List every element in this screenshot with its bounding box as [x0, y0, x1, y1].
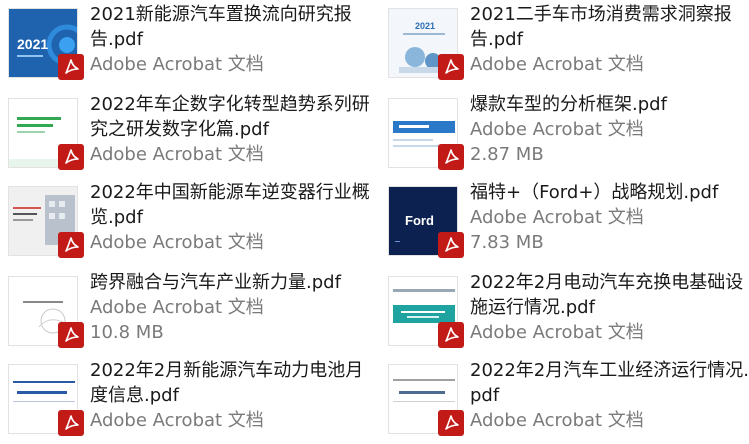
file-name[interactable]: 2022年2月电动汽车充换电基础设施运行情况.pdf — [470, 270, 749, 320]
file-name[interactable]: 2022年中国新能源车逆变器行业概览.pdf — [90, 180, 375, 230]
file-type: Adobe Acrobat 文档 — [470, 322, 644, 343]
file-item[interactable]: Ford 福特+（Ford+）战略规划.pdf Adobe Acrobat 文档… — [388, 180, 749, 266]
file-type: Adobe Acrobat 文档 — [90, 297, 264, 318]
file-type: Adobe Acrobat 文档 — [470, 54, 644, 75]
file-item[interactable]: 2022年中国新能源车逆变器行业概览.pdf Adobe Acrobat 文档 — [8, 180, 378, 266]
file-item[interactable]: 2021 2021新能源汽车置换流向研究报告.pdf Adobe Acrobat… — [8, 2, 378, 88]
file-name[interactable]: 爆款车型的分析框架.pdf — [470, 92, 749, 117]
file-name[interactable]: 跨界融合与汽车产业新力量.pdf — [90, 270, 375, 295]
file-item[interactable]: 2022年2月新能源汽车动力电池月度信息.pdf Adobe Acrobat 文… — [8, 358, 378, 444]
pdf-icon — [58, 410, 84, 436]
file-name[interactable]: 福特+（Ford+）战略规划.pdf — [470, 180, 749, 205]
file-type: Adobe Acrobat 文档 — [90, 54, 264, 75]
file-name[interactable]: 2021新能源汽车置换流向研究报告.pdf — [90, 2, 375, 52]
file-name[interactable]: 2022年2月汽车工业经济运行情况.pdf — [470, 358, 749, 408]
file-type: Adobe Acrobat 文档 — [470, 207, 644, 228]
pdf-icon — [58, 54, 84, 80]
pdf-icon — [438, 410, 464, 436]
file-type: Adobe Acrobat 文档 — [90, 144, 264, 165]
pdf-icon — [438, 322, 464, 348]
file-name[interactable]: 2021二手车市场消费需求洞察报告.pdf — [470, 2, 749, 52]
file-item[interactable]: 爆款车型的分析框架.pdf Adobe Acrobat 文档 2.87 MB — [388, 92, 749, 178]
file-type: Adobe Acrobat 文档 — [90, 410, 264, 431]
file-item[interactable]: 2022年2月电动汽车充换电基础设施运行情况.pdf Adobe Acrobat… — [388, 270, 749, 356]
pdf-icon — [438, 232, 464, 258]
pdf-icon — [438, 144, 464, 170]
pdf-icon — [58, 144, 84, 170]
file-type: Adobe Acrobat 文档 — [90, 232, 264, 253]
pdf-icon — [58, 232, 84, 258]
file-item[interactable]: 2022年2月汽车工业经济运行情况.pdf Adobe Acrobat 文档 — [388, 358, 749, 444]
pdf-icon — [438, 54, 464, 80]
file-item[interactable]: 跨界融合与汽车产业新力量.pdf Adobe Acrobat 文档 10.8 M… — [8, 270, 378, 356]
file-size: 2.87 MB — [470, 144, 544, 165]
file-item[interactable]: 2021 2021二手车市场消费需求洞察报告.pdf Adobe Acrobat… — [388, 2, 749, 88]
file-size: 7.83 MB — [470, 232, 544, 253]
file-size: 10.8 MB — [90, 322, 164, 343]
thumb-year-text: 2021 — [415, 21, 435, 31]
thumb-year-text: 2021 — [17, 36, 48, 52]
file-item[interactable]: 2022年车企数字化转型趋势系列研究之研发数字化篇.pdf Adobe Acro… — [8, 92, 378, 178]
thumb-ford-text: Ford — [405, 213, 434, 228]
file-grid: 2021 2021新能源汽车置换流向研究报告.pdf Adobe Acrobat… — [0, 0, 749, 443]
file-name[interactable]: 2022年车企数字化转型趋势系列研究之研发数字化篇.pdf — [90, 92, 375, 142]
file-type: Adobe Acrobat 文档 — [470, 119, 644, 140]
file-type: Adobe Acrobat 文档 — [470, 410, 644, 431]
file-name[interactable]: 2022年2月新能源汽车动力电池月度信息.pdf — [90, 358, 375, 408]
pdf-icon — [58, 322, 84, 348]
